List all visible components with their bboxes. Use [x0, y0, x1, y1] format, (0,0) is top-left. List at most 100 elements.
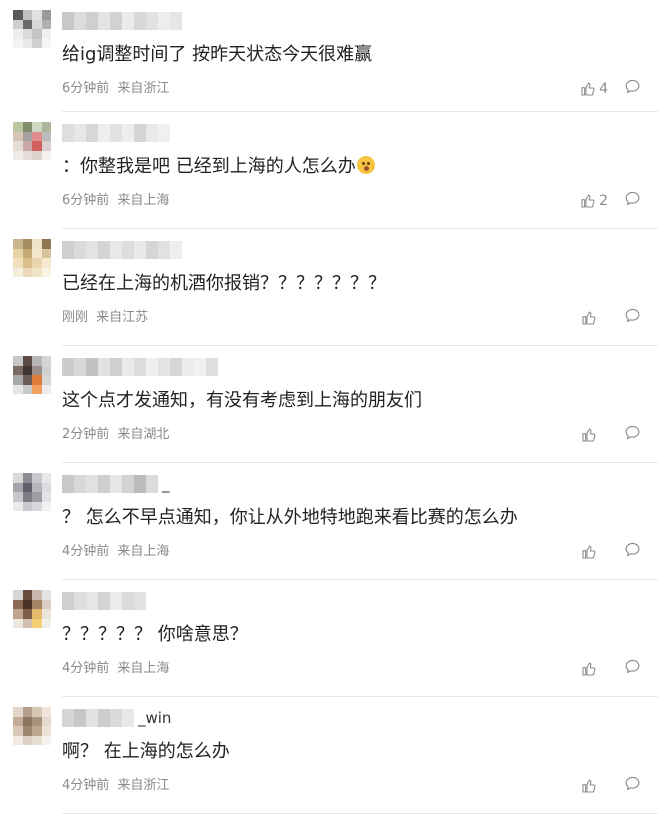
avatar-pixel — [32, 356, 42, 366]
like-button[interactable] — [581, 778, 608, 794]
avatar-pixel — [41, 29, 51, 39]
username-blur-block — [122, 358, 134, 376]
username-blur-block — [146, 475, 158, 493]
avatar-pixel — [41, 141, 51, 151]
username-blur-block — [182, 358, 194, 376]
username[interactable] — [62, 357, 222, 377]
avatar-pixel — [32, 375, 42, 385]
avatar-pixel — [22, 122, 32, 132]
avatar-pixel — [13, 473, 23, 483]
comment-location: 来自上海 — [117, 661, 170, 676]
like-button[interactable] — [581, 427, 608, 443]
username[interactable] — [62, 240, 186, 260]
username[interactable] — [62, 591, 150, 611]
avatar-pixel — [41, 356, 51, 366]
comment-item: 给ig调整时间了 按昨天状态今天很难赢 6分钟前 来自浙江 4 — [0, 0, 663, 112]
username-blur-block — [134, 12, 146, 30]
avatar-pixel — [22, 19, 32, 29]
username-blur-block — [62, 241, 74, 259]
avatar-pixel — [13, 716, 23, 726]
username-blur-block — [74, 358, 86, 376]
reply-button[interactable] — [624, 541, 641, 562]
avatar[interactable] — [13, 356, 51, 394]
username-blur-block — [110, 124, 122, 142]
username-blur-block — [110, 241, 122, 259]
like-count: 4 — [599, 80, 608, 97]
like-button[interactable]: 4 — [580, 81, 608, 97]
avatar[interactable] — [13, 122, 51, 160]
avatar-pixel — [41, 38, 51, 48]
comment-text: ：你整我是吧 已经到上海的人怎么办 — [62, 154, 375, 180]
username-blur-block — [110, 592, 122, 610]
avatar-pixel — [41, 19, 51, 29]
comment-location: 来自江苏 — [96, 310, 149, 325]
avatar-pixel — [41, 599, 51, 609]
avatar-pixel — [32, 10, 42, 20]
username-blur-block — [74, 12, 86, 30]
username-blur-block — [86, 475, 98, 493]
avatar-pixel — [32, 716, 42, 726]
username[interactable]: _ — [62, 474, 170, 494]
avatar-pixel — [32, 726, 42, 736]
username[interactable]: _win — [62, 708, 171, 728]
comment-actions — [581, 541, 641, 562]
reply-button[interactable] — [624, 424, 641, 445]
avatar[interactable] — [13, 10, 51, 48]
avatar-pixel — [32, 29, 42, 39]
like-button[interactable] — [581, 310, 608, 326]
username-blur-block — [86, 358, 98, 376]
comment-meta: 4分钟前 来自上海 — [62, 543, 169, 561]
username-blur-block — [158, 124, 170, 142]
avatar-pixel — [32, 239, 42, 249]
like-button[interactable] — [581, 544, 608, 560]
avatar-pixel — [13, 375, 23, 385]
like-button[interactable]: 2 — [580, 193, 608, 209]
thumbs-up-icon — [581, 81, 595, 96]
avatar[interactable] — [13, 590, 51, 628]
comment-location: 来自浙江 — [117, 778, 170, 793]
username[interactable] — [62, 123, 174, 143]
username-blur-block — [122, 592, 134, 610]
avatar-pixel — [22, 131, 32, 141]
username-blur-block — [122, 241, 134, 259]
username[interactable] — [62, 11, 186, 31]
username-blur-block — [122, 12, 134, 30]
avatar-pixel — [41, 10, 51, 20]
reply-button[interactable] — [624, 307, 641, 328]
comment-bubble-icon — [625, 659, 640, 674]
avatar-pixel — [13, 609, 23, 619]
like-button[interactable] — [581, 661, 608, 677]
reply-button[interactable] — [624, 775, 641, 796]
comment-meta: 6分钟前 来自上海 — [62, 192, 169, 210]
avatar[interactable] — [13, 239, 51, 277]
comment-meta: 刚刚 来自江苏 — [62, 309, 148, 327]
avatar-pixel — [32, 248, 42, 258]
comment-bubble-icon — [625, 776, 640, 791]
avatar-pixel — [41, 473, 51, 483]
avatar-pixel — [22, 735, 32, 745]
avatar-pixel — [13, 239, 23, 249]
avatar-pixel — [13, 267, 23, 277]
username-blur-block — [122, 475, 134, 493]
avatar-pixel — [32, 473, 42, 483]
username-blur-block — [122, 709, 134, 727]
comment-location: 来自上海 — [117, 193, 170, 208]
comment-time: 6分钟前 — [62, 193, 110, 208]
username-blur-block — [134, 124, 146, 142]
reply-button[interactable] — [624, 78, 641, 99]
comment-text: 这个点才发通知，有没有考虑到上海的朋友们 — [62, 390, 422, 411]
avatar-pixel — [41, 258, 51, 268]
comment-list: 给ig调整时间了 按昨天状态今天很难赢 6分钟前 来自浙江 4 ：你整我是吧 已 — [0, 0, 663, 814]
avatar-pixel — [22, 618, 32, 628]
avatar-pixel — [41, 618, 51, 628]
reply-button[interactable] — [624, 658, 641, 679]
reply-button[interactable] — [624, 190, 641, 211]
username-blur-block — [86, 241, 98, 259]
username-blur-block — [158, 12, 170, 30]
avatar[interactable] — [13, 707, 51, 745]
username-blur-block — [98, 241, 110, 259]
avatar[interactable] — [13, 473, 51, 511]
comment-location: 来自浙江 — [117, 81, 170, 96]
comment-text: 啊？ 在上海的怎么办 — [62, 741, 230, 762]
comment-item: ：你整我是吧 已经到上海的人怎么办 6分钟前 来自上海 2 — [0, 112, 663, 229]
